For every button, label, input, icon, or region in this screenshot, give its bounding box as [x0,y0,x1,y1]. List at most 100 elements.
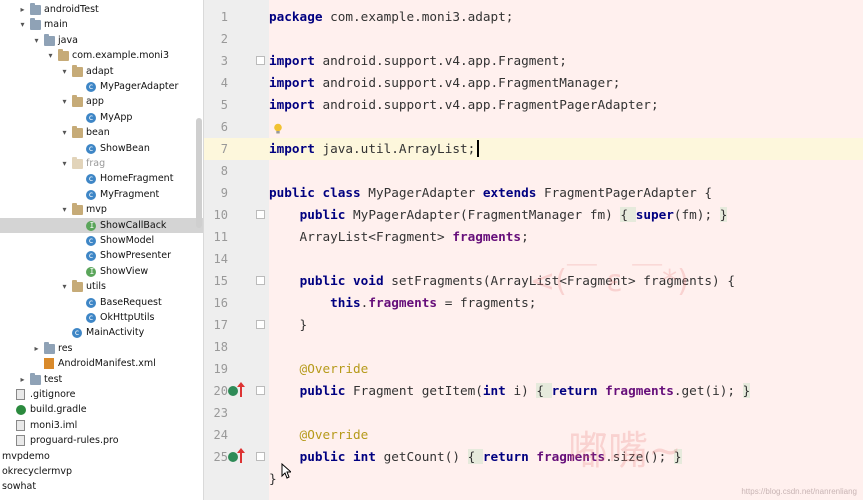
tree-item-adapt[interactable]: ▾ adapt [0,64,203,79]
chevron-right-icon[interactable]: ▸ [18,372,27,387]
tree-item-com-example-moni3[interactable]: ▾ com.example.moni3 [0,48,203,63]
tree-item-myapp[interactable]: MyApp [0,110,203,125]
code-line[interactable]: @Override [269,424,369,446]
implements-icon[interactable] [228,386,238,396]
tree-item-androidtest[interactable]: ▸ androidTest [0,2,203,17]
gradle-icon [16,405,26,416]
tree-item-label: BaseRequest [100,296,162,308]
line-number: 9 [220,186,228,200]
watermark-emoticon: <(￣ ε ￣*) [530,264,689,299]
code-line[interactable]: import android.support.v4.app.FragmentMa… [269,72,620,94]
tree-item-label: ShowModel [100,235,155,246]
tree-item-androidmanifest-xml[interactable]: AndroidManifest.xml [0,356,203,371]
tree-item-mvp[interactable]: ▾ mvp [0,202,203,217]
package-icon [72,203,83,216]
implements-icon[interactable] [228,452,238,462]
tree-item-sowhat[interactable]: sowhat [0,479,203,494]
tree-item-mainactivity[interactable]: MainActivity [0,325,203,341]
chevron-down-icon[interactable]: ▾ [46,48,55,63]
chevron-right-icon[interactable]: ▸ [18,2,27,17]
tree-item-showcallback[interactable]: ShowCallBack [0,217,203,233]
chevron-down-icon[interactable]: ▾ [32,33,41,48]
tree-item-mvpdemo[interactable]: mvpdemo [0,449,203,464]
lightbulb-icon[interactable] [273,123,283,135]
chevron-down-icon[interactable]: ▾ [60,125,69,140]
interface-icon [86,264,96,279]
tree-item-okhttputils[interactable]: OkHttpUtils [0,310,203,325]
line-number: 19 [213,362,228,376]
code-line[interactable]: this.fragments = fragments; [269,292,536,314]
tree-item-build-gradle[interactable]: build.gradle [0,402,203,417]
tree-item-label: MyPagerAdapter [100,81,179,92]
fold-icon[interactable] [256,320,265,329]
tree-item-frag[interactable]: ▾ frag [0,156,203,171]
class-icon [86,171,96,187]
chevron-down-icon[interactable]: ▾ [60,202,69,217]
chevron-down-icon[interactable]: ▾ [60,64,69,79]
code-line[interactable]: } [269,468,277,490]
tree-item-myfragment[interactable]: MyFragment [0,187,203,202]
code-line[interactable]: public class MyPagerAdapter extends Frag… [269,182,712,204]
tree-item-showpresenter[interactable]: ShowPresenter [0,248,203,264]
tree-item-java[interactable]: ▾ java [0,33,203,48]
chevron-down-icon[interactable]: ▾ [60,94,69,109]
line-number: 25 [213,450,228,464]
tree-item-app[interactable]: ▾ app [0,94,203,109]
tree-item-showmodel[interactable]: ShowModel [0,233,203,248]
tree-item-test[interactable]: ▸ test [0,372,203,387]
tree-item-label: build.gradle [30,404,87,416]
chevron-down-icon[interactable]: ▾ [60,156,69,171]
fold-icon[interactable] [256,386,265,395]
tree-item-label: AndroidManifest.xml [58,358,156,370]
chevron-right-icon[interactable]: ▸ [32,341,41,356]
tree-item-label: proguard-rules.pro [30,435,119,447]
tree-item-main[interactable]: ▾ main [0,17,203,32]
tree-item-utils[interactable]: ▾ utils [0,279,203,294]
fold-icon[interactable] [256,56,265,65]
code-line[interactable]: ArrayList<Fragment> fragments; [269,226,529,248]
class-icon [86,233,96,248]
tree-item-mypageradapter[interactable]: MyPagerAdapter [0,79,203,94]
class-icon [86,187,96,202]
fold-icon[interactable] [256,276,265,285]
tree-item-label: okrecyclermvp [2,466,73,477]
code-line[interactable]: import android.support.v4.app.Fragment; [269,50,567,72]
tree-item-proguard-rules-pro[interactable]: proguard-rules.pro [0,433,203,448]
override-arrow-icon[interactable] [237,448,245,463]
code-line[interactable]: import java.util.ArrayList; [269,138,475,160]
tree-item-label: HomeFragment [100,173,174,185]
tree-scrollbar[interactable] [196,118,202,228]
line-number: 10 [213,208,228,222]
line-number: 5 [220,98,228,112]
tree-item-res[interactable]: ▸ res [0,341,203,356]
code-line[interactable]: public MyPagerAdapter(FragmentManager fm… [269,204,728,226]
tree-item-baserequest[interactable]: BaseRequest [0,295,203,310]
class-icon [86,79,96,94]
tree-item-showbean[interactable]: ShowBean [0,141,203,156]
tree-item-label: frag [86,158,106,169]
line-number: 11 [213,230,228,244]
code-line[interactable]: package com.example.moni3.adapt; [269,6,513,28]
chevron-down-icon[interactable]: ▾ [18,17,27,32]
tree-item-bean[interactable]: ▾ bean [0,125,203,140]
code-line[interactable]: } [269,314,308,336]
tree-item-label: main [44,19,68,31]
tree-item-gitignore[interactable]: .gitignore [0,387,203,402]
tree-item-label: MainActivity [86,327,145,339]
code-line[interactable]: @Override [269,358,369,380]
tree-item-label: app [86,96,104,108]
tree-item-showview[interactable]: ShowView [0,264,203,279]
code-line[interactable]: public Fragment getItem(int i) { return … [269,380,751,402]
chevron-down-icon[interactable]: ▾ [60,279,69,294]
tree-item-okrecyclermvp[interactable]: okrecyclermvp [0,464,203,479]
package-icon [72,64,83,77]
override-arrow-icon[interactable] [237,382,245,397]
folder-icon [30,3,41,15]
fold-icon[interactable] [256,210,265,219]
code-line[interactable]: import android.support.v4.app.FragmentPa… [269,94,659,116]
tree-item-homefragment[interactable]: HomeFragment [0,171,203,187]
project-tree[interactable]: ▸ androidTest ▾ main ▾ java ▾ com.example.moni3… [0,0,204,500]
fold-icon[interactable] [256,452,265,461]
package-icon [58,49,69,62]
tree-item-moni3-iml[interactable]: moni3.iml [0,418,203,433]
